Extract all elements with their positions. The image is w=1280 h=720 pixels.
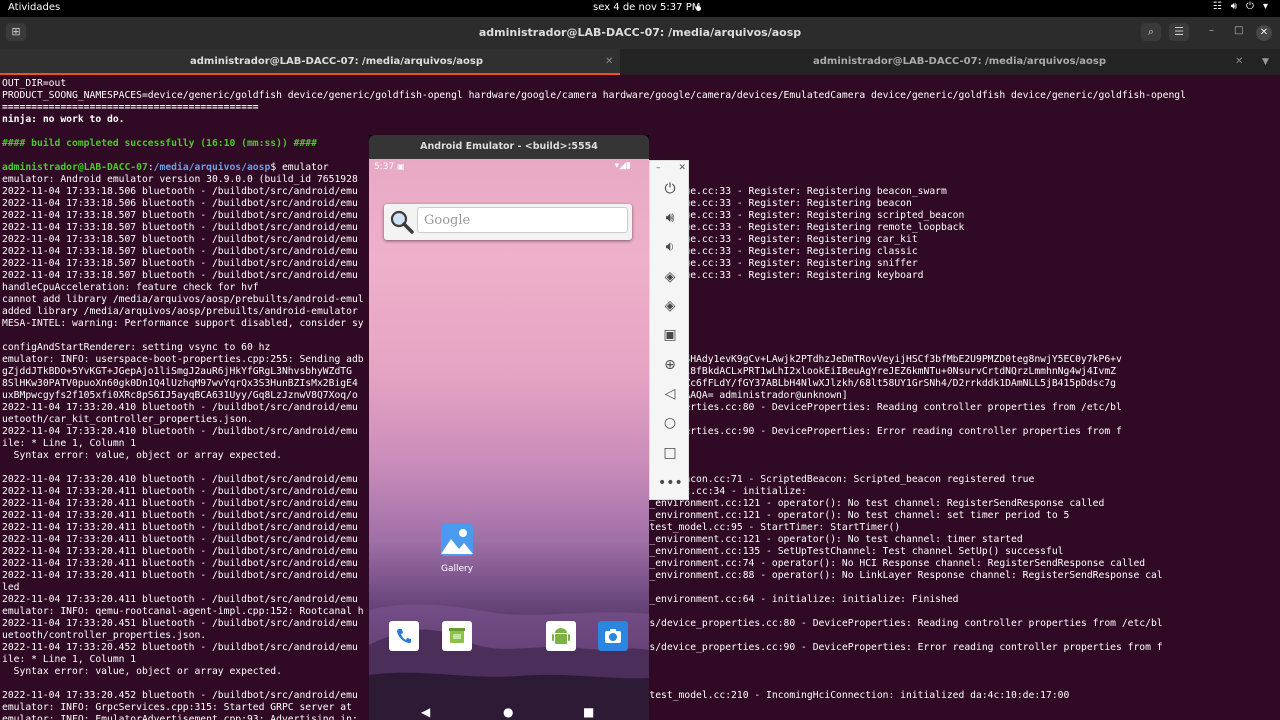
tab-close-icon[interactable]: ✕ xyxy=(1235,49,1243,75)
rotate-right-button[interactable]: ◈ xyxy=(658,296,682,316)
volume-icon: 🔊︎ xyxy=(1230,1,1238,12)
tab-close-icon[interactable]: ✕ xyxy=(605,49,613,75)
search-icon: ⌕ xyxy=(1147,25,1155,38)
overview-icon: □ xyxy=(663,445,677,461)
toolbar-minimize-button[interactable]: – xyxy=(656,163,661,173)
camera-app-icon[interactable] xyxy=(598,621,628,651)
google-search-widget[interactable]: Google xyxy=(384,204,632,240)
sim-icon: ▣ xyxy=(397,162,405,171)
terminal-line: PRODUCT_SOONG_NAMESPACES=device/generic/… xyxy=(2,90,1186,101)
minimize-button[interactable]: – xyxy=(1209,25,1214,36)
contacts-app-icon[interactable] xyxy=(442,621,472,651)
more-button[interactable]: ••• xyxy=(658,473,683,493)
camera-icon: ▣ xyxy=(663,327,677,343)
search-icon xyxy=(390,210,414,234)
terminal-header-bar: ⊞ administrador@LAB-DACC-07: /media/arqu… xyxy=(0,17,1280,49)
system-top-bar: Atividades sex 4 de nov 5:37 PM ☷ 🔊︎ ⏻ ▾ xyxy=(0,0,1280,17)
rotate-left-icon: ◈ xyxy=(664,269,676,285)
status-icons: ▾◢▮ xyxy=(614,161,631,171)
status-time: 5:37 xyxy=(374,162,395,172)
prompt-user-host: administrador@LAB-DACC-07 xyxy=(2,162,148,173)
close-icon: ✕ xyxy=(1259,27,1269,38)
rotate-left-button[interactable]: ◈ xyxy=(658,267,682,287)
network-icon: ☷ xyxy=(1212,1,1222,12)
android-nav-bar: ◀ ● ■ xyxy=(369,705,649,720)
power-button[interactable]: ⏻ xyxy=(658,179,682,199)
terminal-line: OUT_DIR=out xyxy=(2,78,67,89)
back-button[interactable]: ◁ xyxy=(658,384,682,404)
tab-terminal-2[interactable]: administrador@LAB-DACC-07: /media/arquiv… xyxy=(620,49,1250,75)
screenshot-button[interactable]: ▣ xyxy=(658,325,682,345)
rotate-right-icon: ◈ xyxy=(664,298,676,314)
tab-label: administrador@LAB-DACC-07: /media/arquiv… xyxy=(813,56,1106,67)
terminal-line: ========================================… xyxy=(2,102,259,113)
android-screen[interactable]: 5:37 ▣ ▾◢▮ Google Gallery ◀ ● ■ xyxy=(369,159,649,720)
volume-up-button[interactable]: 🔊︎ xyxy=(658,208,682,228)
maximize-button[interactable]: □ xyxy=(1234,25,1243,36)
tab-terminal-1[interactable]: administrador@LAB-DACC-07: /media/arquiv… xyxy=(0,49,620,75)
clock[interactable]: sex 4 de nov 5:37 PM xyxy=(593,2,700,13)
power-icon: ⏻ xyxy=(664,181,676,197)
power-icon: ⏻ xyxy=(1246,1,1254,12)
search-input[interactable]: Google xyxy=(417,207,628,233)
volume-up-icon: 🔊︎ xyxy=(665,210,675,226)
toolbar-window-controls: – ✕ xyxy=(656,163,686,173)
terminal-line: ninja: no work to do. xyxy=(2,114,125,125)
android-emulator-window[interactable]: Android Emulator - <build>:5554 5:37 ▣ ▾… xyxy=(369,135,649,720)
hamburger-icon: ☰ xyxy=(1174,25,1184,38)
emulator-title: Android Emulator - <build>:5554 xyxy=(369,135,649,159)
activities-button[interactable]: Atividades xyxy=(8,2,60,13)
home-button[interactable]: ○ xyxy=(658,413,682,433)
recents-nav-icon[interactable]: ■ xyxy=(583,705,594,719)
volume-down-button[interactable]: 🔉︎ xyxy=(658,237,682,257)
search-button[interactable]: ⌕ xyxy=(1141,23,1161,41)
android-app-icon[interactable] xyxy=(546,621,576,651)
home-icon: ○ xyxy=(663,415,677,431)
notification-dot-icon xyxy=(696,6,701,11)
home-nav-icon[interactable]: ● xyxy=(503,705,513,719)
gallery-app[interactable]: Gallery xyxy=(439,524,475,574)
tab-label: administrador@LAB-DACC-07: /media/arquiv… xyxy=(190,56,483,67)
emulator-side-toolbar: – ✕ ⏻ 🔊︎ 🔉︎ ◈ ◈ ▣ ⊕ ◁ ○ □ ••• xyxy=(649,160,689,500)
overview-button[interactable]: □ xyxy=(658,443,682,463)
toolbar-close-button[interactable]: ✕ xyxy=(678,163,686,173)
volume-down-icon: 🔉︎ xyxy=(665,239,675,255)
tab-menu-chevron-icon[interactable]: ▼ xyxy=(1262,49,1269,75)
chevron-down-icon: ▾ xyxy=(1262,1,1268,12)
window-title: administrador@LAB-DACC-07: /media/arquiv… xyxy=(478,26,802,39)
more-icon: ••• xyxy=(658,475,683,491)
gallery-label: Gallery xyxy=(440,564,474,574)
back-icon: ◁ xyxy=(664,386,676,402)
close-window-button[interactable]: ✕ xyxy=(1256,25,1272,41)
gallery-icon xyxy=(441,524,473,556)
system-tray[interactable]: ☷ 🔊︎ ⏻ ▾ xyxy=(1213,1,1268,12)
phone-app-icon[interactable] xyxy=(389,621,419,651)
zoom-button[interactable]: ⊕ xyxy=(658,355,682,375)
zoom-icon: ⊕ xyxy=(664,357,676,373)
android-status-bar: 5:37 ▣ ▾◢▮ xyxy=(369,159,649,175)
prompt-command: $ emulator xyxy=(270,162,329,173)
back-nav-icon[interactable]: ◀ xyxy=(421,705,430,719)
prompt-path: /media/arquivos/aosp xyxy=(153,162,271,173)
menu-button[interactable]: ☰ xyxy=(1169,23,1189,41)
terminal-tab-bar: administrador@LAB-DACC-07: /media/arquiv… xyxy=(0,49,1280,75)
